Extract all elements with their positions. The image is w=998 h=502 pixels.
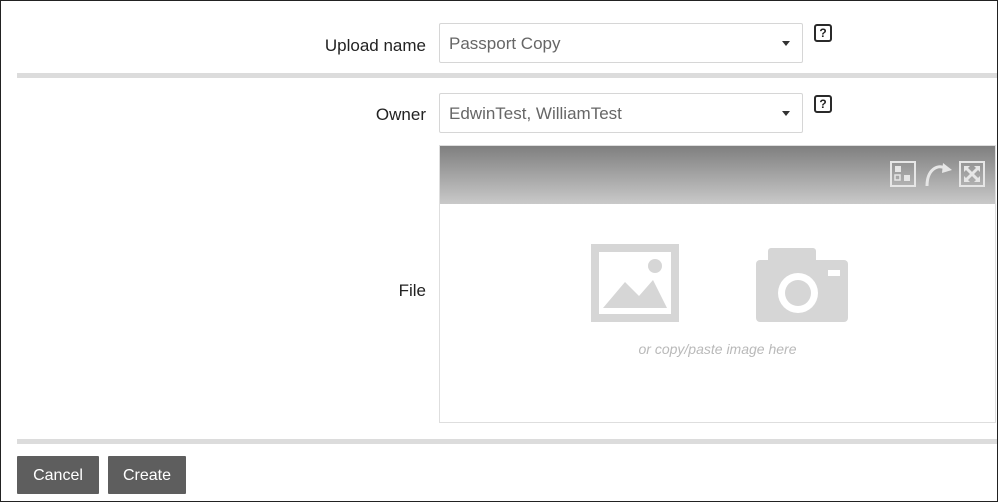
rotate-icon[interactable] bbox=[923, 160, 955, 188]
file-label: File bbox=[398, 281, 426, 300]
separator bbox=[17, 439, 997, 444]
owner-value: EdwinTest, WilliamTest bbox=[449, 104, 622, 123]
image-editor-toolbar bbox=[440, 146, 995, 204]
upload-name-select[interactable]: Passport Copy bbox=[439, 23, 803, 63]
file-dropzone[interactable]: or copy/paste image here bbox=[439, 145, 996, 423]
image-icon[interactable] bbox=[591, 244, 679, 322]
help-icon[interactable]: ? bbox=[814, 24, 832, 42]
help-icon[interactable]: ? bbox=[814, 95, 832, 113]
cancel-button[interactable]: Cancel bbox=[17, 456, 99, 494]
paste-hint: or copy/paste image here bbox=[638, 341, 797, 357]
upload-name-label: Upload name bbox=[324, 36, 426, 55]
owner-select[interactable]: EdwinTest, WilliamTest bbox=[439, 93, 803, 133]
crop-icon[interactable] bbox=[889, 160, 917, 188]
chevron-down-icon bbox=[782, 41, 790, 46]
create-button[interactable]: Create bbox=[108, 456, 186, 494]
owner-label: Owner bbox=[375, 105, 426, 124]
upload-dialog: Upload name Passport Copy ? Owner EdwinT… bbox=[0, 0, 998, 502]
camera-icon[interactable] bbox=[756, 248, 848, 322]
upload-name-value: Passport Copy bbox=[449, 34, 561, 53]
separator bbox=[17, 73, 997, 78]
chevron-down-icon bbox=[782, 111, 790, 116]
expand-icon[interactable] bbox=[958, 160, 986, 188]
